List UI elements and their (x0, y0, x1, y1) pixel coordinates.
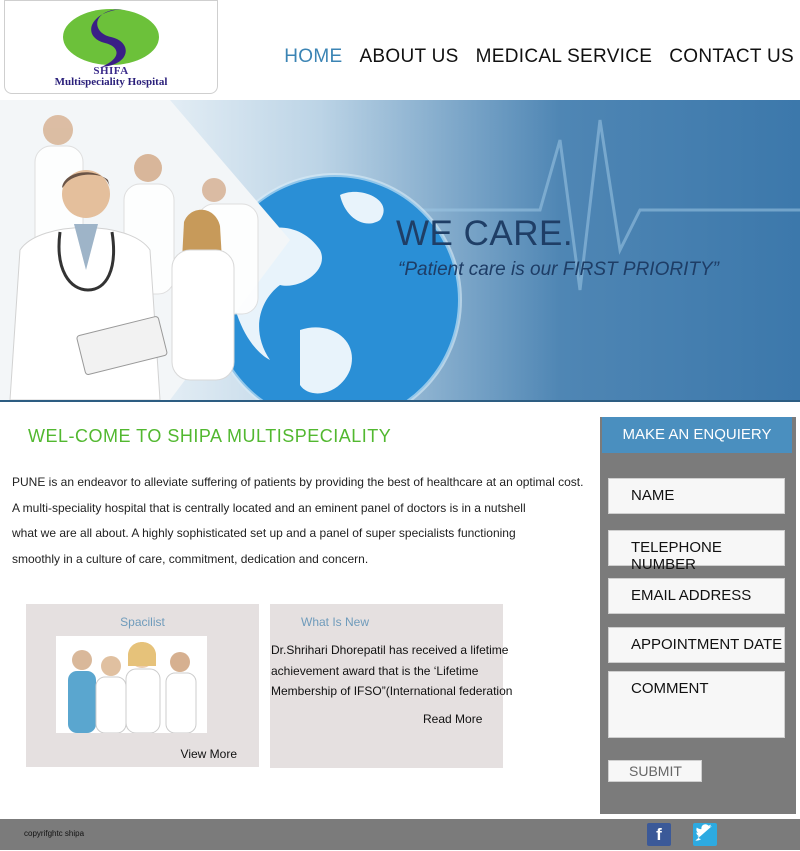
appointment-date-label: APPOINTMENT DATE (631, 636, 783, 653)
specialist-card: Spacilist View More (26, 604, 259, 767)
nav-contact-us[interactable]: CONTACT US (669, 46, 794, 68)
telephone-field-label: TELEPHONE NUMBER (631, 539, 722, 573)
email-field-label: EMAIL ADDRESS (631, 587, 752, 604)
facebook-icon[interactable]: f (647, 823, 671, 846)
specialist-card-title: Spacilist (120, 615, 165, 629)
read-more-link[interactable]: Read More (423, 712, 482, 726)
news-line: Membership of IFSO”(International federa… (271, 684, 513, 698)
welcome-line: what we are all about. A highly sophisti… (12, 526, 516, 540)
banner-headline: WE CARE. (396, 214, 574, 253)
whats-new-title: What Is New (301, 615, 370, 629)
banner-tagline: “Patient care is our FIRST PRIORITY” (398, 259, 719, 280)
whats-new-card: What Is New Dr.Shrihari Dhorepatil has r… (270, 604, 513, 768)
footer: copyrifghtc shipa f (0, 819, 800, 850)
main-nav: HOME ABOUT US MEDICAL SERVICE CONTACT US (284, 46, 794, 68)
welcome-line: PUNE is an endeavor to alleviate sufferi… (12, 475, 584, 489)
email-field[interactable]: EMAIL ADDRESS (608, 578, 785, 614)
welcome-line: A multi-speciality hospital that is cent… (12, 500, 526, 515)
submit-button[interactable]: SUBMIT (608, 760, 702, 782)
logo-emblem-icon (63, 9, 159, 67)
view-more-link[interactable]: View More (181, 747, 237, 761)
nav-medical-service[interactable]: MEDICAL SERVICE (476, 46, 653, 68)
telephone-field[interactable]: TELEPHONE NUMBER (608, 530, 785, 573)
whats-new-text: Dr.Shrihari Dhorepatil has received a li… (271, 640, 513, 702)
twitter-icon[interactable] (693, 823, 717, 846)
appointment-date-field[interactable]: APPOINTMENT DATE (608, 627, 785, 663)
site-logo[interactable]: SHIFA Multispeciality Hospital (4, 0, 218, 94)
nav-about-us[interactable]: ABOUT US (359, 46, 458, 68)
news-line: achievement award that is the ‘Lifetime (271, 663, 479, 678)
banner-divider (0, 400, 800, 402)
logo-subtitle: Multispeciality Hospital (54, 76, 168, 88)
enquiry-title: MAKE AN ENQUIERY (602, 417, 792, 453)
name-field[interactable]: NAME (608, 478, 785, 514)
specialist-photo (56, 636, 207, 733)
welcome-paragraph: PUNE is an endeavor to alleviate sufferi… (12, 470, 584, 572)
comment-field[interactable]: COMMENT (608, 671, 785, 738)
news-line: Dr.Shrihari Dhorepatil has received a li… (271, 643, 509, 657)
hero-banner: WE CARE. “Patient care is our FIRST PRIO… (0, 100, 800, 400)
welcome-line: smoothly in a culture of care, commitmen… (12, 551, 369, 566)
welcome-heading: WEL-COME TO SHIPA MULTISPECIALITY (28, 426, 392, 446)
enquiry-form: MAKE AN ENQUIERY NAME TELEPHONE NUMBER E… (600, 417, 796, 814)
comment-field-label: COMMENT (631, 680, 709, 697)
copyright-text: copyrifghtc shipa (24, 829, 85, 838)
nav-home[interactable]: HOME (284, 46, 342, 68)
name-field-label: NAME (631, 487, 675, 504)
